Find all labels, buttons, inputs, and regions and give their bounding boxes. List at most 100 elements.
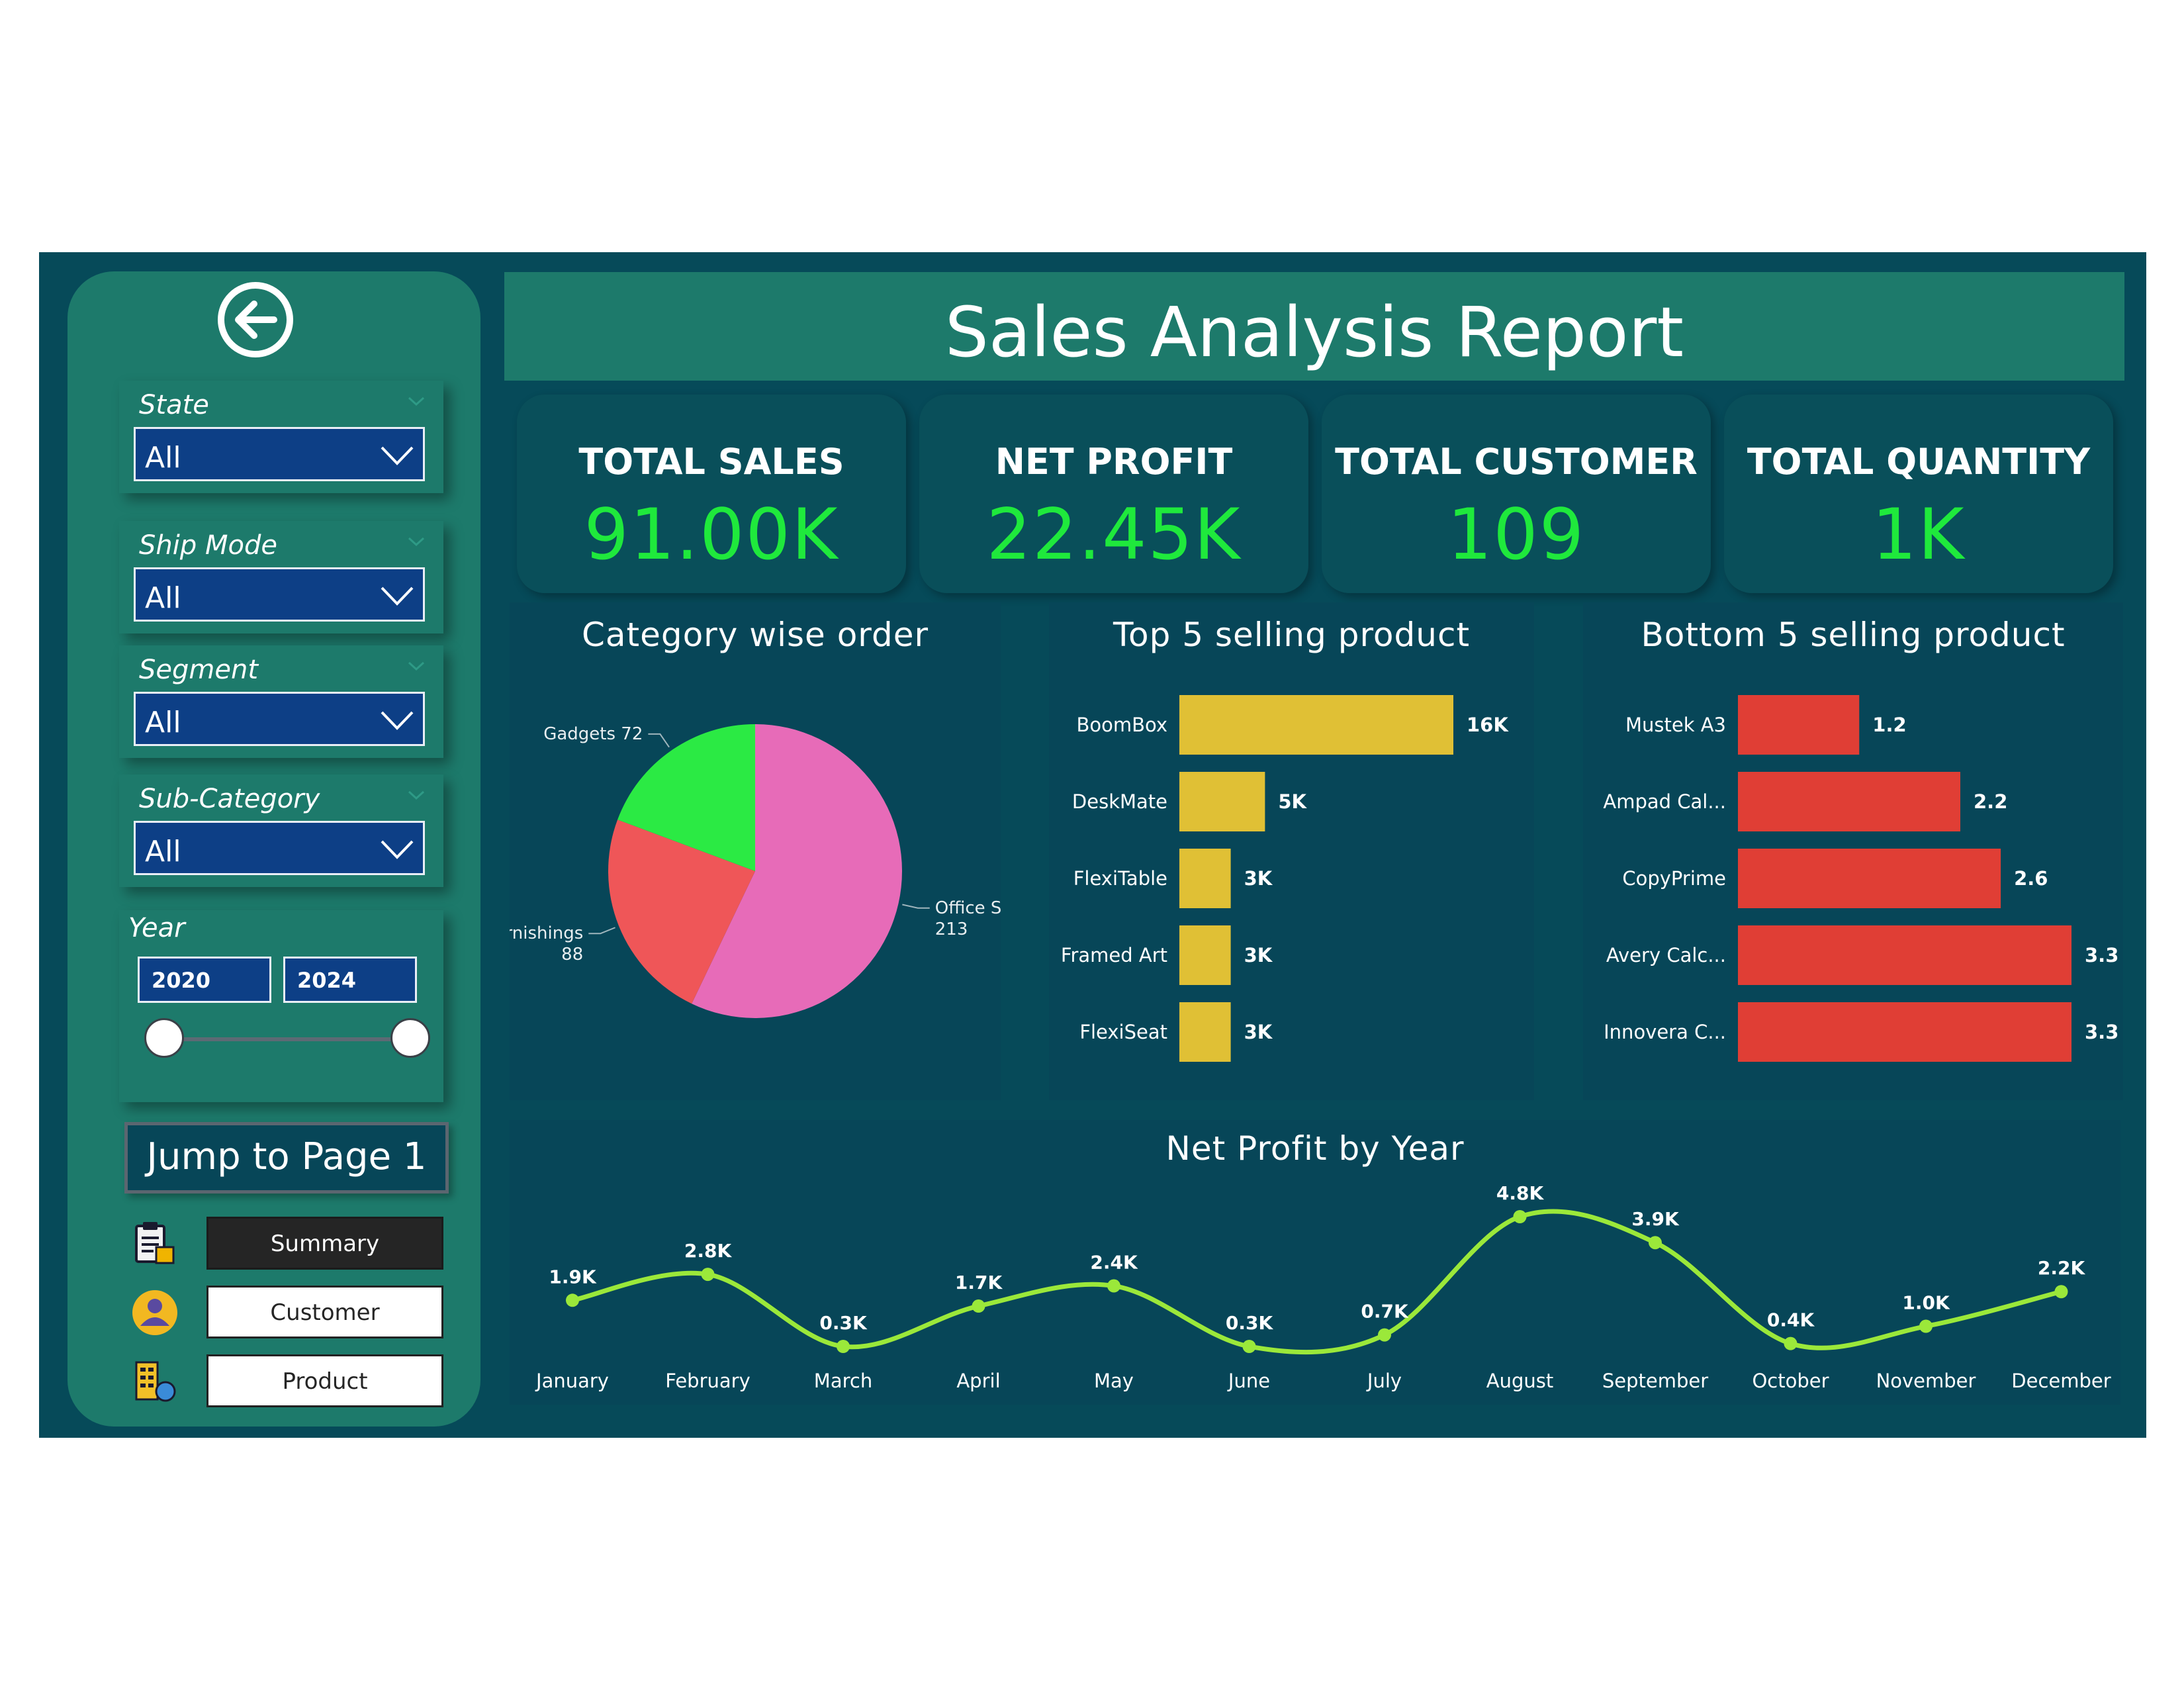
line-data-label: 1.9K <box>549 1266 597 1288</box>
x-tick-label: November <box>1876 1370 1976 1392</box>
line-data-label: 2.2K <box>2038 1257 2086 1279</box>
bar-data-label: 2.2 <box>1974 790 2007 813</box>
bar <box>1738 695 1860 755</box>
line-point <box>1242 1340 1256 1353</box>
ship-mode-dropdown-value: All <box>145 581 181 615</box>
line-point <box>1378 1328 1391 1342</box>
line-data-label: 4.8K <box>1496 1182 1545 1204</box>
bar-data-label: 1.2 <box>1872 714 1906 736</box>
x-tick-label: February <box>665 1370 751 1392</box>
chevron-down-icon[interactable] <box>406 532 426 551</box>
year-filter-label: Year <box>128 913 185 943</box>
clipboard-icon <box>135 1222 175 1264</box>
kpi-label: TOTAL QUANTITY <box>1747 441 2091 483</box>
line-data-label: 0.7K <box>1361 1301 1409 1323</box>
bar-category-label: DeskMate <box>1072 790 1167 813</box>
year-slider-start-handle[interactable] <box>144 1018 184 1058</box>
line-data-label: 1.7K <box>955 1272 1003 1293</box>
segment-filter-label: Segment <box>139 655 258 685</box>
kpi-value: 22.45K <box>986 494 1242 575</box>
x-tick-label: March <box>814 1370 872 1392</box>
chevron-down-icon <box>381 446 414 465</box>
pie-label: Office Supplies <box>935 898 1001 918</box>
year-from-input[interactable]: 2020 <box>138 957 271 1003</box>
chevron-down-icon <box>381 586 414 606</box>
top-products-chart: BoomBox 16K DeskMate 5K FlexiTable 3K Framed A… <box>1061 695 1509 1062</box>
line-data-label: 1.0K <box>1902 1292 1950 1314</box>
year-slider-track[interactable] <box>164 1037 409 1041</box>
bar-category-label: Innovera C... <box>1604 1021 1726 1043</box>
bar-data-label: 3K <box>1244 944 1273 966</box>
pie-label: Gadgets 72 <box>543 724 643 744</box>
summary-page-button[interactable]: Summary <box>206 1217 443 1270</box>
x-tick-label: August <box>1486 1370 1554 1392</box>
x-tick-label: April <box>956 1370 1000 1392</box>
segment-dropdown[interactable]: All <box>134 692 425 746</box>
x-tick-label: December <box>2011 1370 2111 1392</box>
sub-category-dropdown[interactable]: All <box>134 821 425 875</box>
jump-to-page-button[interactable]: Jump to Page 1 <box>124 1122 449 1194</box>
line-data-label: 2.4K <box>1090 1252 1138 1274</box>
x-tick-label: June <box>1227 1370 1270 1392</box>
bottom-products-chart: Mustek A3 1.2 Ampad Cal... 2.2 CopyPrime 2.6 A… <box>1603 695 2118 1062</box>
line-data-label: 3.9K <box>1631 1208 1680 1230</box>
year-filter: Year 2020 2024 <box>119 910 443 1102</box>
kpi-total-customer: TOTAL CUSTOMER 109 <box>1322 395 1711 593</box>
chevron-down-icon[interactable] <box>406 785 426 805</box>
bar-category-label: CopyPrime <box>1622 867 1726 890</box>
line-point <box>1107 1279 1120 1293</box>
ship-mode-dropdown[interactable]: All <box>134 567 425 622</box>
state-dropdown[interactable]: All <box>134 427 425 481</box>
line-point <box>972 1299 985 1313</box>
bar <box>1179 925 1231 985</box>
line-data-label: 0.3K <box>819 1312 868 1334</box>
year-to-input[interactable]: 2024 <box>283 957 417 1003</box>
customer-page-button[interactable]: Customer <box>206 1286 443 1338</box>
chevron-down-icon[interactable] <box>406 656 426 676</box>
line-point <box>837 1340 850 1353</box>
year-slider-end-handle[interactable] <box>390 1018 430 1058</box>
bar-category-label: Mustek A3 <box>1625 714 1726 736</box>
bar-data-label: 3.3 <box>2085 944 2118 966</box>
x-tick-label: July <box>1366 1370 1402 1392</box>
pie-leader-line <box>648 733 670 748</box>
bar-category-label: Ampad Cal... <box>1603 790 1726 813</box>
pie-leader-line <box>902 904 930 909</box>
kpi-total-quantity: TOTAL QUANTITY 1K <box>1724 395 2113 593</box>
bar-data-label: 5K <box>1278 790 1307 813</box>
kpi-value: 1K <box>1872 494 1966 575</box>
line-data-label: 0.4K <box>1767 1309 1815 1331</box>
top-products-panel: Top 5 selling product BoomBox 16K DeskMate… <box>1049 602 1534 1100</box>
line-point <box>1513 1210 1527 1223</box>
chevron-down-icon[interactable] <box>406 391 426 411</box>
kpi-value: 109 <box>1447 494 1586 575</box>
bar-data-label: 3K <box>1244 867 1273 890</box>
state-dropdown-value: All <box>145 441 181 475</box>
bar <box>1738 925 2071 985</box>
chevron-down-icon <box>381 840 414 859</box>
kpi-label: TOTAL SALES <box>578 441 844 483</box>
sub-category-filter: Sub-Category All <box>119 774 443 887</box>
pie-label: 213 <box>935 919 968 939</box>
bar <box>1738 849 2001 908</box>
product-page-button[interactable]: Product <box>206 1354 443 1407</box>
kpi-value: 91.00K <box>584 494 839 575</box>
net-profit-chart: 1.9K January 2.8K February 0.3K March 1.7K Apri… <box>535 1182 2111 1392</box>
x-tick-label: May <box>1094 1370 1134 1392</box>
customer-icon <box>132 1290 177 1335</box>
back-arrow-icon[interactable] <box>216 280 295 359</box>
bar <box>1738 1002 2071 1062</box>
kpi-total-sales: TOTAL SALES 91.00K <box>517 395 906 593</box>
bar-category-label: FlexiSeat <box>1079 1021 1167 1043</box>
bar-data-label: 3K <box>1244 1021 1273 1043</box>
bar <box>1179 695 1453 755</box>
bar <box>1179 772 1265 831</box>
x-tick-label: January <box>535 1370 609 1392</box>
state-filter: State All <box>119 381 443 493</box>
sub-category-dropdown-value: All <box>145 835 181 868</box>
net-profit-panel: Net Profit by Year 1.9K January 2.8K Februa… <box>510 1120 2120 1405</box>
bar <box>1179 849 1231 908</box>
page-title: Sales Analysis Report <box>944 292 1684 373</box>
category-pie-panel: Category wise order Office Supplies213Fu… <box>510 602 1001 1100</box>
product-icon <box>135 1361 176 1402</box>
